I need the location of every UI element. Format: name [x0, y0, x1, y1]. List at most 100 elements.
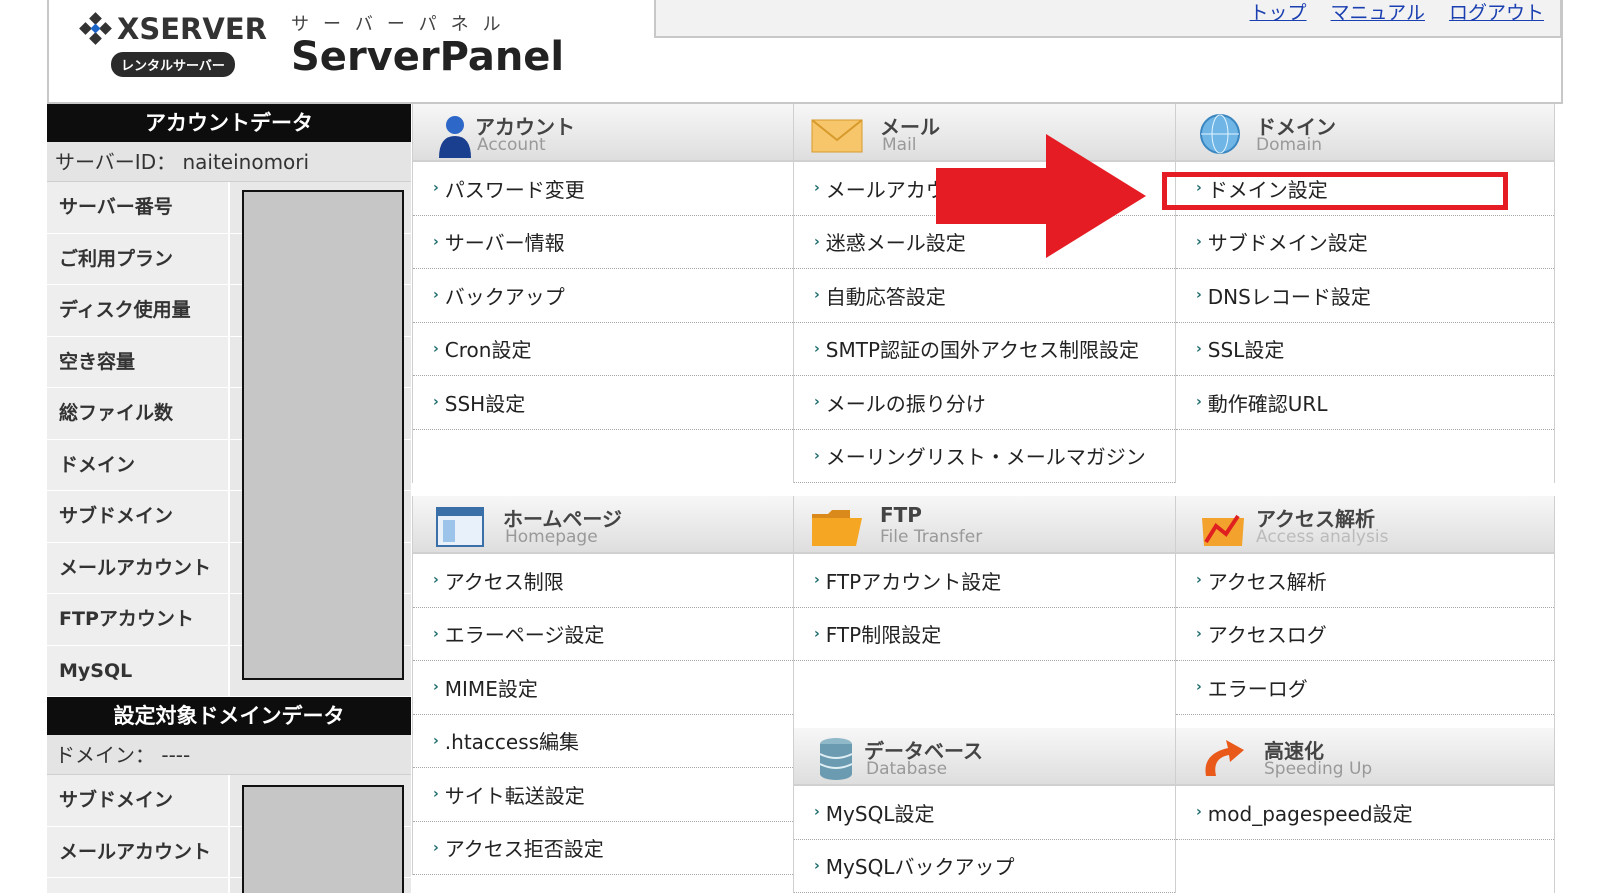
section-subtitle: Mail: [882, 135, 917, 155]
redacted-values-box: [242, 785, 404, 893]
menu-access-analysis[interactable]: › アクセス解析: [1176, 554, 1554, 608]
arrow-icon: ›: [433, 340, 439, 357]
menu-label: 動作確認URL: [1207, 391, 1328, 416]
ftp-section: FTP File Transfer › FTPアカウント設定 › FTP制限設定: [793, 496, 1176, 728]
domain-data-heading: 設定対象ドメインデータ: [47, 697, 411, 735]
menu-password-change[interactable]: › パスワード変更: [413, 162, 793, 216]
logo-badge: レンタルサーバー: [111, 52, 235, 77]
section-subtitle: Database: [866, 759, 948, 779]
redacted-values-box: [242, 190, 404, 680]
menu-ssh[interactable]: › SSH設定: [413, 376, 793, 430]
red-arrow-icon: [936, 134, 1146, 258]
arrow-icon: ›: [433, 394, 439, 411]
menu-autoreply[interactable]: › 自動応答設定: [794, 269, 1175, 323]
nav-top-link[interactable]: トップ: [1250, 0, 1307, 25]
menu-mysql-settings[interactable]: › MySQL設定: [794, 786, 1175, 840]
arrow-icon: ›: [1196, 340, 1202, 357]
window-icon: [435, 504, 487, 548]
menu-ssl[interactable]: › SSL設定: [1176, 323, 1554, 376]
arrow-icon: ›: [814, 572, 820, 589]
top-nav-bar: トップ マニュアル ログアウト: [654, 0, 1562, 38]
account-data-heading: アカウントデータ: [47, 104, 411, 142]
menu-test-url[interactable]: › 動作確認URL: [1176, 376, 1554, 430]
account-section-header: アカウント Account: [413, 104, 793, 162]
nav-manual-link[interactable]: マニュアル: [1331, 0, 1425, 25]
row-label: FTPアカウント: [47, 878, 230, 893]
row-label: サーバー番号: [47, 182, 230, 233]
arrow-icon: ›: [433, 572, 439, 589]
menu-label: 自動応答設定: [825, 284, 946, 309]
arrow-icon: ›: [433, 233, 439, 250]
menu-mime[interactable]: › MIME設定: [413, 661, 793, 715]
menu-cron[interactable]: › Cron設定: [413, 323, 793, 376]
menu-label: FTP制限設定: [825, 623, 942, 648]
menu-error-page[interactable]: › エラーページ設定: [413, 608, 793, 661]
menu-label: アクセス拒否設定: [444, 837, 604, 862]
speed-section: 高速化 Speeding Up › mod_pagespeed設定: [1175, 728, 1555, 893]
left-info-panel: アカウントデータ サーバーID： naiteinomori サーバー番号 ご利用…: [47, 104, 411, 893]
account-section: アカウント Account › パスワード変更 › サーバー情報 › バックアップ ›…: [412, 104, 794, 483]
menu-label: Cron設定: [444, 338, 532, 363]
xserver-logo[interactable]: XSERVER レンタルサーバー: [79, 12, 267, 82]
menu-ftp-account[interactable]: › FTPアカウント設定: [794, 554, 1175, 608]
menu-access-restrict[interactable]: › アクセス制限: [413, 554, 793, 608]
ftp-section-header: FTP File Transfer: [794, 496, 1175, 554]
row-label: ご利用プラン: [47, 233, 230, 284]
arrow-icon: ›: [1196, 180, 1202, 197]
row-label: サブドメイン: [47, 775, 230, 826]
access-section-header: アクセス解析 Access analysis: [1176, 496, 1554, 554]
section-subtitle: Access analysis: [1256, 527, 1389, 547]
arrow-icon: ›: [814, 625, 820, 642]
access-section: アクセス解析 Access analysis › アクセス解析 › アクセスログ ›…: [1175, 496, 1555, 728]
arrow-icon: ›: [433, 180, 439, 197]
menu-mailing-list[interactable]: › メーリングリスト・メールマガジン: [794, 430, 1175, 483]
menu-subdomain-settings[interactable]: › サブドメイン設定: [1176, 216, 1554, 269]
menu-label: メーリングリスト・メールマガジン: [825, 445, 1146, 470]
panel-title-ruby: サーバーパネル: [291, 14, 515, 35]
menu-dns-record[interactable]: › DNSレコード設定: [1176, 269, 1554, 323]
menu-access-log[interactable]: › アクセスログ: [1176, 608, 1554, 661]
menu-htaccess[interactable]: › .htaccess編集: [413, 715, 793, 768]
menu-server-info[interactable]: › サーバー情報: [413, 216, 793, 269]
menu-label: サイト転送設定: [444, 783, 585, 808]
menu-redirect[interactable]: › サイト転送設定: [413, 768, 793, 822]
menu-backup[interactable]: › バックアップ: [413, 269, 793, 323]
row-label: MySQL: [47, 645, 230, 696]
domain-label: ドメイン：: [55, 743, 155, 767]
database-section-header: データベース Database: [794, 728, 1175, 786]
nav-logout-link[interactable]: ログアウト: [1449, 0, 1544, 25]
domain-row: ドメイン： ----: [47, 735, 411, 775]
row-label: 総ファイル数: [47, 388, 230, 439]
menu-label: サブドメイン設定: [1207, 231, 1368, 256]
menu-error-log[interactable]: › エラーログ: [1176, 661, 1554, 715]
row-label: メールアカウント: [47, 542, 230, 593]
domain-section-header: ドメイン Domain: [1176, 104, 1554, 162]
account-person-icon: [435, 112, 475, 158]
arrow-icon: ›: [814, 394, 820, 411]
menu-access-deny[interactable]: › アクセス拒否設定: [413, 822, 793, 875]
menu-mail-filter[interactable]: › メールの振り分け: [794, 376, 1175, 430]
menu-label: パスワード変更: [444, 177, 585, 202]
page-header: XSERVER レンタルサーバー サーバーパネル ServerPanel トップ…: [47, 0, 1563, 104]
row-label: メールアカウント: [47, 826, 230, 877]
empty-cell: [1176, 430, 1554, 484]
arrow-icon: ›: [433, 625, 439, 642]
account-data-table: サーバー番号 ご利用プラン ディスク使用量 空き容量 総ファイル数 ドメイン サ…: [47, 182, 411, 697]
arrow-icon: ›: [1196, 287, 1202, 304]
menu-mod-pagespeed[interactable]: › mod_pagespeed設定: [1176, 786, 1554, 840]
speed-arrow-icon: [1198, 736, 1248, 780]
arrow-icon: ›: [1196, 804, 1202, 821]
arrow-icon: ›: [1196, 572, 1202, 589]
menu-mysql-backup[interactable]: › MySQLバックアップ: [794, 840, 1175, 893]
menu-domain-settings[interactable]: › ドメイン設定: [1176, 162, 1554, 216]
arrow-icon: ›: [814, 447, 820, 464]
arrow-icon: ›: [1196, 625, 1202, 642]
logo-text: XSERVER: [117, 12, 267, 46]
menu-label: エラーログ: [1207, 676, 1308, 701]
section-title: FTP: [880, 503, 922, 527]
menu-label: バックアップ: [444, 284, 565, 309]
domain-section: ドメイン Domain › ドメイン設定 › サブドメイン設定 › DNSレコード設定…: [1175, 104, 1555, 483]
menu-ftp-restrict[interactable]: › FTP制限設定: [794, 608, 1175, 661]
menu-smtp-restrict[interactable]: › SMTP認証の国外アクセス制限設定: [794, 323, 1175, 376]
menu-label: FTPアカウント設定: [825, 569, 1002, 594]
